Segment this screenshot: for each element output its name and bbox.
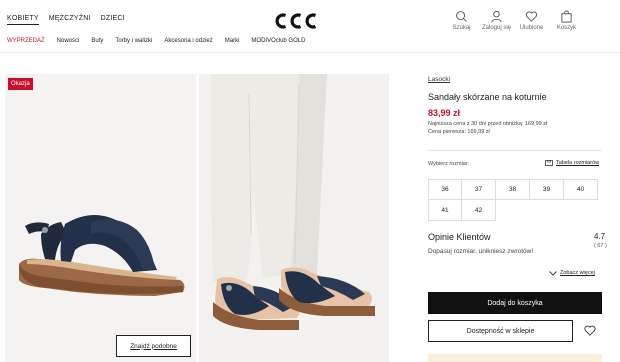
info-divider (428, 150, 602, 151)
size-option[interactable]: 39 (529, 179, 564, 200)
size-grid: 36 37 38 39 40 41 42 (428, 179, 602, 221)
favorites-action[interactable]: Ulubione (514, 10, 549, 31)
sandal-illustration (19, 215, 185, 296)
model-illustration (211, 74, 375, 330)
lowest-price-info: Najniższa cena z 30 dni przed obniżką: 1… (428, 121, 548, 127)
size-chart-link[interactable]: Tabela rozmiarów (545, 160, 599, 166)
nav-sale[interactable]: WYPRZEDAŻ (7, 38, 45, 44)
size-option[interactable]: 41 (428, 199, 462, 221)
size-chart-label: Tabela rozmiarów (556, 160, 600, 166)
tab-women[interactable]: KOBIETY (7, 15, 39, 25)
nav-new[interactable]: Nowości (57, 38, 80, 44)
size-label: Wybierz rozmiar: (428, 161, 470, 167)
nav-brands[interactable]: Marki (225, 38, 240, 44)
size-option[interactable]: 38 (495, 179, 530, 200)
gender-tabs: KOBIETY MĘŻCZYŹNI DZIECI (7, 15, 125, 25)
favorites-label: Ulubione (519, 25, 544, 31)
reviews-title: Opinie Klientów (428, 232, 491, 242)
rating-count: ( 67 ) (594, 243, 607, 249)
cart-label: Koszyk (556, 25, 577, 31)
login-label: Zaloguj się (481, 25, 511, 31)
nav-shoes[interactable]: Buty (91, 38, 103, 44)
product-price: 83,99 zł (428, 108, 461, 118)
size-option[interactable]: 42 (461, 199, 496, 221)
search-label: Szukaj (452, 25, 471, 31)
product-image-model[interactable] (199, 74, 389, 362)
brand-link[interactable]: Lasocki (428, 76, 450, 83)
add-to-cart-button[interactable]: Dodaj do koszyka (428, 292, 602, 314)
size-option[interactable]: 36 (428, 179, 462, 200)
main-nav: WYPRZEDAŻ Nowości Buty Torby i walizki A… (7, 38, 305, 44)
cart-action[interactable]: Koszyk (549, 10, 584, 31)
see-more-label: Zobacz więcej (560, 270, 595, 276)
search-icon (456, 11, 467, 22)
deal-badge: Okazja (8, 78, 33, 90)
search-action[interactable]: Szukaj (444, 10, 479, 31)
tab-kids[interactable]: DZIECI (101, 15, 125, 25)
nav-bags[interactable]: Torby i walizki (115, 38, 152, 44)
promo-banner (428, 354, 602, 362)
store-availability-button[interactable]: Dostępność w sklepie (428, 320, 573, 342)
ruler-icon (545, 160, 553, 166)
find-similar-button[interactable]: Znajdź podobne (116, 335, 191, 357)
tab-men[interactable]: MĘŻCZYŹNI (49, 15, 91, 25)
heart-icon (525, 11, 538, 22)
bag-icon (561, 10, 572, 23)
header-actions: Szukaj Zaloguj się Ulubione Koszyk (444, 10, 584, 31)
nav-club[interactable]: MODIVOclub GOLD (251, 38, 305, 44)
product-title: Sandały skórzane na koturnie (428, 92, 547, 102)
reviews-subtitle: Dopasuj rozmiar, unikniesz zwrotów! (428, 248, 534, 255)
rating-value: 4.7 (594, 232, 606, 241)
ccc-logo[interactable] (273, 10, 319, 32)
chevron-down-icon (549, 270, 557, 276)
favorite-heart-icon[interactable] (584, 325, 596, 336)
nav-accessories[interactable]: Akcesoria i odzież (164, 38, 212, 44)
header-divider (0, 52, 620, 53)
login-action[interactable]: Zaloguj się (479, 10, 514, 31)
user-icon (491, 10, 502, 23)
size-option[interactable]: 37 (461, 179, 496, 200)
product-image-side[interactable] (5, 74, 196, 362)
size-option[interactable]: 40 (563, 179, 598, 200)
see-more-link[interactable]: Zobacz więcej (549, 270, 595, 276)
first-price-info: Cena pierwsza: 169,99 zł (428, 129, 490, 135)
